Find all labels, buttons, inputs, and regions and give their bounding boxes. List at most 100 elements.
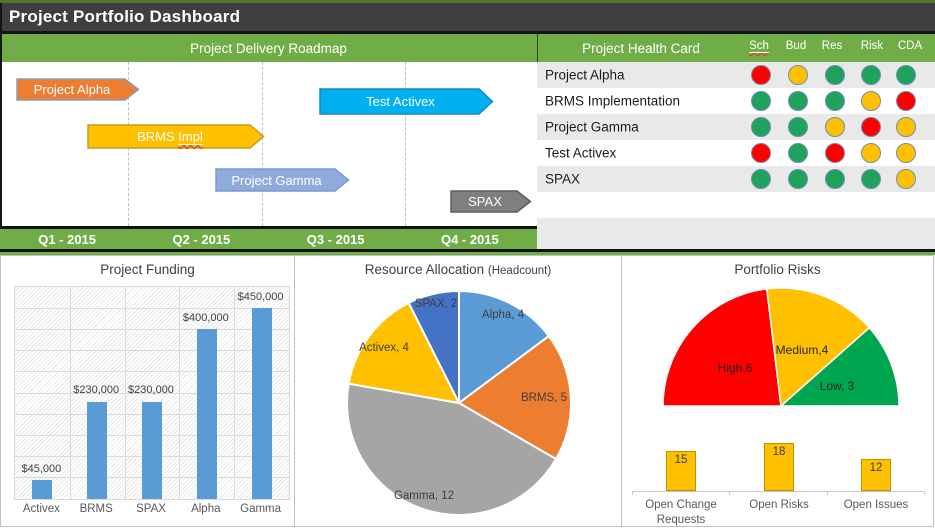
funding-panel: Project Funding $45,000Activex$230,000BR… — [0, 255, 295, 527]
funding-value-label: $450,000 — [225, 291, 297, 303]
roadmap-canvas: Project Alpha BRMS Impl Project Gamma Test … — [0, 62, 537, 226]
roadmap-bar-brms-impl: BRMS Impl — [87, 124, 265, 149]
gauge-svg — [622, 256, 933, 416]
status-dot-green — [788, 143, 808, 163]
risks-panel: Portfolio Risks High,6 Medium,4 Low, 3 15 O… — [621, 255, 934, 527]
funding-category-label: Gamma — [233, 503, 289, 515]
health-card-header: Project Health Card SchBudResRiskCDA — [538, 34, 935, 62]
project-name: SPAX — [545, 172, 580, 187]
funding-overlay: $45,000Activex$230,000BRMS$230,000SPAX$4… — [1, 256, 294, 526]
status-dot-amber — [861, 143, 881, 163]
gauge-label-low: Low, 3 — [820, 379, 855, 393]
funding-value-label: $230,000 — [115, 384, 187, 396]
project-name: Project Alpha — [545, 68, 625, 83]
roadmap-bar-label: SPAX — [450, 190, 520, 213]
mini-bar-value: 18 — [754, 446, 804, 458]
section-header-bar: Project Delivery Roadmap Project Health … — [0, 34, 935, 62]
status-dot-red — [861, 117, 881, 137]
funding-value-label: $45,000 — [5, 463, 77, 475]
status-dot-green — [788, 169, 808, 189]
status-dot-green — [788, 117, 808, 137]
resource-chart-title: Resource Allocation — [365, 262, 484, 277]
status-dot-amber — [896, 143, 916, 163]
pie-container: Alpha, 4 BRMS, 5 Gamma, 12 Activex, 4 SPAX, … — [295, 256, 621, 526]
gauge-container: High,6 Medium,4 Low, 3 — [622, 256, 933, 416]
project-name: BRMS Implementation — [545, 94, 680, 109]
funding-category-label: SPAX — [123, 503, 179, 515]
page-title: Project Portfolio Dashboard — [0, 7, 240, 27]
roadmap-bar-label: BRMS Impl — [87, 124, 253, 149]
pie-label-spax: SPAX, 2 — [415, 298, 458, 310]
quarter-bar: Q1 - 2015Q2 - 2015Q3 - 2015Q4 - 2015 — [0, 229, 537, 249]
pie-label-brms: BRMS, 5 — [521, 392, 567, 404]
project-name: Test Activex — [545, 146, 616, 161]
project-name: Project Gamma — [545, 120, 639, 135]
roadmap-bar-label: Test Activex — [319, 88, 482, 115]
risks-chart-title: Portfolio Risks — [622, 262, 933, 277]
roadmap-bar-spax: SPAX — [450, 190, 532, 213]
health-card-body: Project Alpha BRMS Implementation Project … — [537, 62, 935, 249]
health-column-bud: Bud — [776, 40, 816, 52]
status-dot-green — [896, 65, 916, 85]
quarter-label: Q3 - 2015 — [269, 232, 403, 247]
mini-bar-category: Open Change Requests — [626, 498, 736, 528]
mini-bar-chart: 15 Open Change Requests 18 Open Risks 12 Open… — [622, 416, 933, 526]
status-dot-red — [825, 143, 845, 163]
funding-chart-title: Project Funding — [1, 262, 294, 277]
status-dot-red — [896, 91, 916, 111]
health-row-project-gamma: Project Gamma — [537, 114, 935, 140]
health-column-cda: CDA — [890, 40, 930, 52]
roadmap-bar-project-alpha: Project Alpha — [16, 78, 140, 101]
gauge-slice-high — [663, 289, 781, 406]
health-row-test-activex: Test Activex — [537, 140, 935, 166]
status-dot-green — [751, 117, 771, 137]
gauge-label-high: High,6 — [718, 361, 753, 375]
roadmap-bar-label: Project Gamma — [215, 168, 338, 192]
pie-svg — [295, 256, 621, 526]
quarter-label: Q4 - 2015 — [403, 232, 537, 247]
status-dot-green — [751, 169, 771, 189]
pie-label-gamma: Gamma, 12 — [394, 490, 454, 502]
pie-label-alpha: Alpha, 4 — [482, 309, 524, 321]
status-dot-green — [861, 65, 881, 85]
health-column-risk: Risk — [852, 40, 892, 52]
resource-panel: Resource Allocation (Headcount) Alpha, 4… — [294, 255, 622, 527]
roadmap-bar-test-activex: Test Activex — [319, 88, 494, 115]
health-column-sch: Sch — [739, 40, 779, 52]
mini-axis-line — [632, 491, 924, 492]
health-row-empty — [537, 192, 935, 218]
status-dot-green — [861, 169, 881, 189]
status-dot-green — [751, 91, 771, 111]
health-card-columns: SchBudResRiskCDA — [538, 34, 935, 62]
mini-bar-value: 15 — [656, 454, 706, 466]
roadmap-title: Project Delivery Roadmap — [190, 41, 347, 56]
health-column-res: Res — [812, 40, 852, 52]
mini-axis-tick — [924, 491, 925, 495]
mini-axis-tick — [827, 491, 828, 495]
roadmap-header: Project Delivery Roadmap — [0, 34, 537, 62]
resource-chart-title-suffix: (Headcount) — [488, 265, 551, 277]
funding-value-label: $400,000 — [170, 312, 242, 324]
status-dot-red — [751, 143, 771, 163]
status-dot-amber — [896, 117, 916, 137]
status-dot-amber — [788, 65, 808, 85]
health-row-brms-implementation: BRMS Implementation — [537, 88, 935, 114]
resource-chart-title-wrap: Resource Allocation (Headcount) — [295, 262, 621, 277]
title-bar: Project Portfolio Dashboard — [0, 3, 935, 31]
quarter-label: Q1 - 2015 — [0, 232, 134, 247]
status-dot-red — [751, 65, 771, 85]
funding-category-label: Alpha — [178, 503, 234, 515]
status-dot-amber — [896, 169, 916, 189]
gauge-label-medium: Medium,4 — [776, 343, 829, 357]
mini-axis-tick — [729, 491, 730, 495]
quarter-gridline — [405, 62, 406, 226]
mini-axis-tick — [632, 491, 633, 495]
pie-label-activex: Activex, 4 — [359, 342, 409, 354]
mini-bar-category: Open Risks — [724, 498, 834, 513]
health-row-spax: SPAX — [537, 166, 935, 192]
status-dot-green — [825, 65, 845, 85]
mini-bar-category: Open Issues — [821, 498, 931, 513]
mini-bar-value: 12 — [851, 462, 901, 474]
status-dot-green — [825, 91, 845, 111]
roadmap-bar-project-gamma: Project Gamma — [215, 168, 350, 192]
